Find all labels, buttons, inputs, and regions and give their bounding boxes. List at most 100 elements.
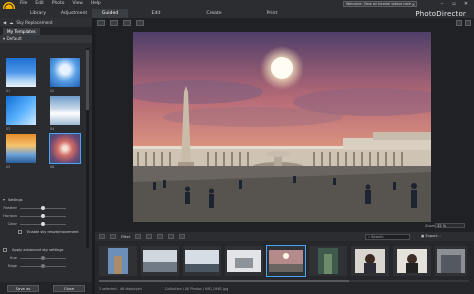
- zoom-select[interactable]: 32 %: [435, 223, 465, 228]
- checkbox-icon[interactable]: [18, 230, 22, 234]
- film-thumb[interactable]: [309, 246, 347, 276]
- list-view-icon[interactable]: [110, 234, 116, 239]
- flag-icon[interactable]: [135, 234, 142, 239]
- close-tip-icon[interactable]: ×: [412, 2, 415, 6]
- panel-header: ◀ ☁ Sky Replacement: [0, 18, 92, 27]
- panel-title: Sky Replacement: [16, 20, 53, 25]
- photo-thumb: [227, 250, 261, 272]
- color-slider[interactable]: [20, 222, 66, 226]
- status-bar: 1 selected - 46 displayed Collection / A…: [95, 285, 474, 294]
- menu-photo[interactable]: Photo: [52, 1, 65, 6]
- close-button[interactable]: Close: [53, 284, 85, 292]
- tab-print[interactable]: Print: [254, 9, 290, 18]
- photo-thumb: [437, 249, 465, 273]
- section-default[interactable]: ▾ Default: [0, 35, 92, 43]
- photo-viewer: Zoom: 32 %: [95, 18, 474, 232]
- rating-icon[interactable]: [146, 234, 153, 239]
- hue-slider[interactable]: [20, 256, 66, 260]
- film-thumb[interactable]: [351, 246, 389, 276]
- fullscreen-icon[interactable]: [465, 20, 471, 26]
- sort-icon[interactable]: [168, 234, 175, 239]
- view-mode-icon[interactable]: [97, 20, 105, 26]
- filmstrip-scroll-thumb[interactable]: [99, 280, 349, 282]
- slider-knob[interactable]: [41, 264, 45, 268]
- slider-row: Edge: [3, 262, 87, 270]
- tab-edit[interactable]: Edit: [138, 9, 174, 18]
- slider-knob[interactable]: [41, 206, 45, 210]
- menu-help[interactable]: Help: [91, 1, 101, 6]
- tab-adjustment[interactable]: Adjustment: [56, 9, 92, 18]
- slider-label: Color: [7, 222, 17, 226]
- sky-template-1[interactable]: 01: [6, 58, 36, 93]
- settings-label: Settings: [7, 198, 23, 202]
- export-button[interactable]: ▣ Export...: [421, 234, 441, 238]
- photo-thumb: [143, 250, 177, 272]
- slider-label: Hue: [9, 256, 17, 260]
- sky-template-label: 01: [6, 89, 11, 93]
- menu-edit[interactable]: Edit: [35, 1, 44, 6]
- slider-knob[interactable]: [41, 256, 45, 260]
- slider-knob[interactable]: [41, 222, 45, 226]
- slider-row: Horizon: [3, 212, 87, 220]
- filmstrip-area: Filter ⌕ Search ▣ Export... 1 selected -…: [95, 232, 474, 294]
- film-thumb[interactable]: [183, 246, 221, 276]
- back-arrow-icon[interactable]: ◀: [3, 20, 6, 25]
- menu-bar: File Edit Photo View Help: [20, 1, 101, 6]
- sky-template-6[interactable]: 06: [49, 133, 81, 169]
- enable-sky-label: Enable sky resize/movement: [27, 230, 79, 234]
- slider-row: Feather: [3, 204, 87, 212]
- enable-sky-checkbox[interactable]: Enable sky resize/movement: [3, 228, 87, 236]
- feather-slider[interactable]: [20, 206, 66, 210]
- filter-label[interactable]: Filter: [121, 234, 130, 239]
- menu-file[interactable]: File: [20, 1, 27, 6]
- slider-label: Edge: [7, 264, 17, 268]
- search-input[interactable]: ⌕ Search: [365, 234, 410, 240]
- close-icon[interactable]: ✕: [460, 0, 472, 9]
- checkbox-icon[interactable]: [3, 248, 7, 252]
- zoom-fit-icon[interactable]: [456, 20, 462, 26]
- sky-template-2[interactable]: 02: [50, 58, 80, 93]
- film-thumb-selected[interactable]: [266, 245, 306, 277]
- split-view-icon[interactable]: [136, 20, 144, 26]
- sky-replacement-panel: ◀ ☁ Sky Replacement My Templates ▾ Defau…: [0, 18, 92, 294]
- photo-thumb: [108, 248, 128, 274]
- film-thumb[interactable]: [141, 246, 179, 276]
- photo-canvas: [133, 32, 431, 222]
- edge-slider[interactable]: [20, 264, 66, 268]
- horizon-slider[interactable]: [20, 214, 66, 218]
- welcome-tip[interactable]: Welcome: View all tutorial videos here ×: [343, 1, 417, 7]
- settings-header[interactable]: ▾ Settings: [3, 196, 87, 204]
- template-tabs: My Templates: [0, 27, 92, 35]
- menu-view[interactable]: View: [72, 1, 82, 6]
- scroll-thumb[interactable]: [86, 50, 89, 110]
- slider-knob[interactable]: [41, 214, 45, 218]
- sky-template-label: 05: [6, 165, 11, 169]
- before-after-icon[interactable]: [123, 20, 131, 26]
- filmstrip-scrollbar[interactable]: [99, 280, 469, 282]
- sky-template-label: 06: [50, 165, 55, 169]
- tab-library[interactable]: Library: [20, 9, 56, 18]
- save-as-button[interactable]: Save as: [7, 284, 39, 292]
- slider-row: Hue: [3, 254, 87, 262]
- tab-my-templates[interactable]: My Templates: [3, 27, 40, 35]
- sky-template-4[interactable]: 04: [50, 96, 80, 131]
- grid-view-icon[interactable]: [99, 234, 105, 239]
- maximize-icon[interactable]: ▫: [448, 0, 460, 9]
- stack-icon[interactable]: [179, 234, 186, 239]
- minimize-icon[interactable]: –: [436, 0, 448, 9]
- tab-guided[interactable]: Guided: [92, 9, 128, 18]
- film-thumb[interactable]: [393, 246, 431, 276]
- main-photo[interactable]: [133, 32, 431, 222]
- film-thumb[interactable]: [225, 246, 263, 276]
- sky-template-3[interactable]: 03: [6, 96, 36, 131]
- advanced-checkbox[interactable]: Apply advanced sky settings: [3, 246, 87, 254]
- film-thumb[interactable]: [435, 246, 467, 276]
- sky-template-5[interactable]: 05: [6, 134, 36, 169]
- color-label-icon[interactable]: [157, 234, 164, 239]
- compare-icon[interactable]: [110, 20, 118, 26]
- tab-create[interactable]: Create: [196, 9, 232, 18]
- film-thumb[interactable]: [99, 246, 137, 276]
- mode-tabs: Library Adjustment Guided Edit Create Pr…: [20, 9, 290, 18]
- photo-thumb: [318, 248, 338, 274]
- photo-thumb: [185, 250, 219, 272]
